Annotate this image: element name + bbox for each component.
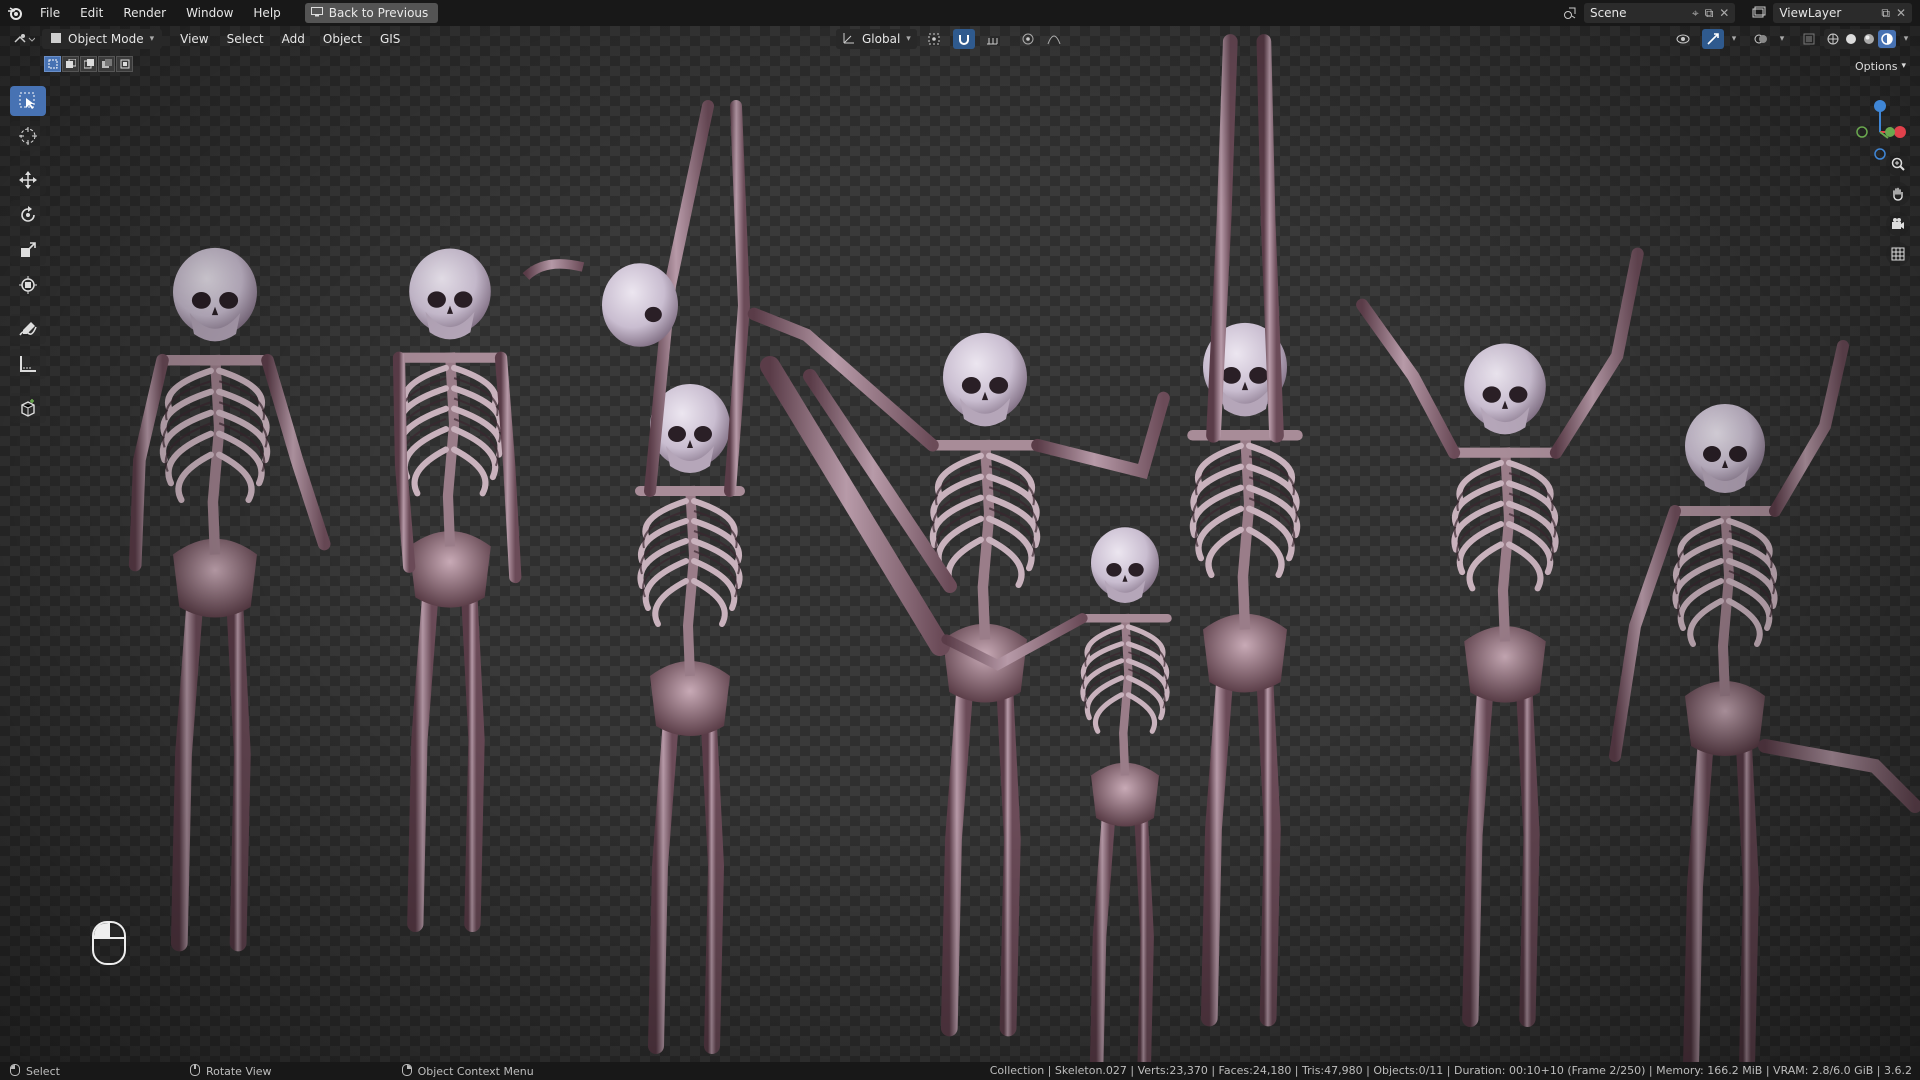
options-dropdown[interactable]: Options ▾ bbox=[1849, 56, 1912, 76]
rendered-shading-icon[interactable] bbox=[1878, 30, 1896, 48]
back-to-previous-label: Back to Previous bbox=[328, 6, 429, 20]
menu-window[interactable]: Window bbox=[176, 0, 243, 26]
shading-dropdown-icon[interactable]: ▾ bbox=[1900, 29, 1912, 49]
new-scene-icon[interactable]: ⧉ bbox=[1705, 6, 1714, 21]
selection-mode-group bbox=[44, 56, 133, 72]
viewport-vignette bbox=[0, 26, 1920, 1062]
menu-select[interactable]: Select bbox=[219, 29, 272, 49]
object-visibility-icon[interactable] bbox=[1670, 29, 1698, 49]
overlays-toggle-icon[interactable] bbox=[1750, 29, 1772, 49]
select-intersect-icon[interactable] bbox=[116, 56, 133, 72]
3d-viewport[interactable]: Object Mode ▾ View Select Add Object GIS… bbox=[0, 26, 1920, 1062]
z-axis-icon bbox=[1874, 100, 1886, 112]
xray-toggle-icon[interactable] bbox=[1798, 29, 1820, 49]
options-label: Options bbox=[1855, 59, 1898, 73]
menu-edit[interactable]: Edit bbox=[70, 0, 113, 26]
blender-logo-icon[interactable] bbox=[0, 0, 30, 26]
scene-statistics: Collection | Skeleton.027 | Verts:23,370… bbox=[989, 1064, 1912, 1077]
transform-orientation-label: Global bbox=[862, 32, 901, 46]
status-context-menu-label: Object Context Menu bbox=[417, 1064, 534, 1078]
navigation-tools bbox=[1886, 152, 1910, 266]
orientation-axes-icon bbox=[842, 31, 856, 48]
add-cube-tool-icon[interactable] bbox=[10, 393, 46, 423]
scene-name: Scene bbox=[1589, 6, 1627, 20]
menu-render[interactable]: Render bbox=[113, 0, 176, 26]
camera-view-icon[interactable] bbox=[1886, 212, 1910, 236]
mouse-left-icon bbox=[10, 1063, 20, 1079]
proportional-editing-icon[interactable] bbox=[1017, 29, 1039, 49]
snap-toggle-icon[interactable] bbox=[952, 29, 975, 49]
select-box-tool-icon[interactable] bbox=[10, 86, 46, 116]
rotate-tool-icon[interactable] bbox=[10, 200, 46, 230]
status-rotate-view-label: Rotate View bbox=[205, 1064, 272, 1078]
perspective-grid-icon[interactable] bbox=[1886, 242, 1910, 266]
wireframe-shading-icon[interactable] bbox=[1824, 30, 1842, 48]
select-subtract-icon[interactable] bbox=[80, 56, 97, 72]
transform-tool-icon[interactable] bbox=[10, 270, 46, 300]
pivot-point-icon[interactable] bbox=[921, 29, 949, 49]
transform-orientation-dropdown[interactable]: Global ▾ bbox=[836, 29, 917, 49]
top-bar: File Edit Render Window Help Back to Pre… bbox=[0, 0, 1920, 26]
menu-view[interactable]: View bbox=[172, 29, 216, 49]
tool-shelf bbox=[10, 86, 46, 423]
object-mode-label: Object Mode bbox=[68, 32, 144, 46]
menu-file[interactable]: File bbox=[30, 0, 70, 26]
close-icon[interactable]: ✕ bbox=[1719, 6, 1729, 20]
zoom-icon[interactable] bbox=[1886, 152, 1910, 176]
scene-field[interactable]: Scene ⌖ ⧉ ✕ bbox=[1583, 3, 1736, 23]
pan-hand-icon[interactable] bbox=[1886, 182, 1910, 206]
gizmo-dropdown-icon[interactable]: ▾ bbox=[1728, 29, 1740, 49]
mouse-hint-icon bbox=[92, 921, 126, 965]
falloff-curve-icon[interactable] bbox=[1043, 29, 1065, 49]
menu-object[interactable]: Object bbox=[315, 29, 370, 49]
chevron-down-icon: ▾ bbox=[149, 34, 155, 44]
y-axis-icon bbox=[1885, 127, 1895, 137]
status-rotate-view: Rotate View bbox=[60, 1063, 272, 1079]
viewport-header: Object Mode ▾ View Select Add Object GIS… bbox=[0, 26, 1920, 52]
mouse-right-icon bbox=[401, 1063, 412, 1079]
x-axis-icon bbox=[1894, 126, 1906, 138]
annotate-tool-icon[interactable] bbox=[10, 314, 46, 344]
pin-icon[interactable]: ⌖ bbox=[1692, 6, 1699, 21]
select-extend-icon[interactable] bbox=[62, 56, 79, 72]
chevron-down-icon: ▾ bbox=[906, 34, 911, 44]
screen-icon bbox=[310, 6, 323, 20]
solid-shading-icon[interactable] bbox=[1842, 30, 1860, 48]
status-context-menu: Object Context Menu bbox=[272, 1063, 534, 1079]
new-view-layer-icon[interactable]: ⧉ bbox=[1881, 6, 1890, 21]
object-mode-icon bbox=[50, 32, 62, 47]
status-select-label: Select bbox=[26, 1064, 60, 1078]
mouse-middle-icon bbox=[189, 1063, 200, 1079]
menu-help[interactable]: Help bbox=[243, 0, 290, 26]
menu-gis[interactable]: GIS bbox=[372, 29, 408, 49]
view-layer-field[interactable]: ViewLayer ⧉ ✕ bbox=[1773, 3, 1912, 23]
cursor-tool-icon[interactable] bbox=[10, 121, 46, 151]
material-preview-icon[interactable] bbox=[1860, 30, 1878, 48]
view-layer-name: ViewLayer bbox=[1779, 6, 1842, 20]
close-icon[interactable]: ✕ bbox=[1896, 6, 1906, 20]
gizmo-toggle-icon[interactable] bbox=[1702, 29, 1724, 49]
object-mode-dropdown[interactable]: Object Mode ▾ bbox=[42, 29, 163, 49]
back-to-previous-button[interactable]: Back to Previous bbox=[304, 3, 439, 23]
shading-mode-group bbox=[1824, 29, 1896, 49]
select-difference-icon[interactable] bbox=[98, 56, 115, 72]
chevron-down-icon: ▾ bbox=[1901, 61, 1906, 71]
scale-tool-icon[interactable] bbox=[10, 235, 46, 265]
view-layer-browse-icon[interactable] bbox=[1749, 3, 1769, 23]
status-select: Select bbox=[0, 1063, 60, 1079]
status-bar: Select Rotate View Object Context Menu C… bbox=[0, 1062, 1920, 1080]
editor-type-icon[interactable] bbox=[8, 29, 40, 49]
measure-tool-icon[interactable] bbox=[10, 349, 46, 379]
menu-add[interactable]: Add bbox=[274, 29, 313, 49]
select-new-icon[interactable] bbox=[44, 56, 61, 72]
move-tool-icon[interactable] bbox=[10, 165, 46, 195]
scene-browse-icon[interactable] bbox=[1560, 3, 1580, 23]
snap-target-icon[interactable] bbox=[979, 29, 1007, 49]
overlays-dropdown-icon[interactable]: ▾ bbox=[1776, 29, 1788, 49]
